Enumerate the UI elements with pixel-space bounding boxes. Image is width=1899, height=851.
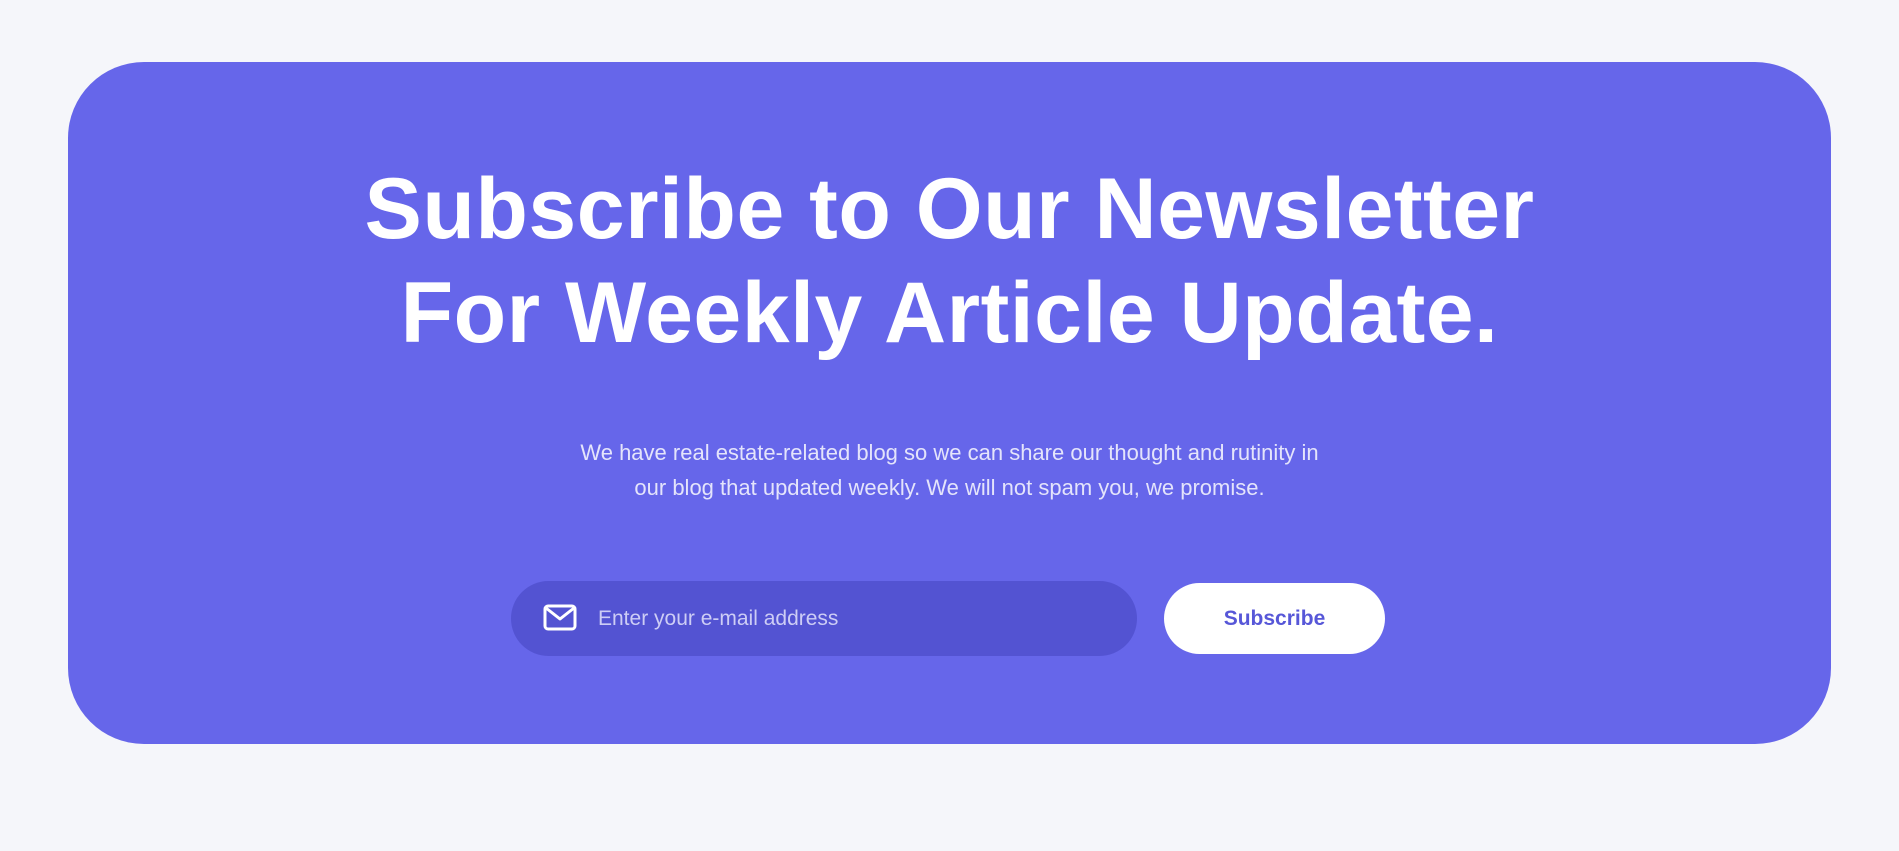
newsletter-description: We have real estate-related blog so we c…	[68, 435, 1831, 505]
email-field[interactable]	[511, 581, 1137, 656]
description-line-1: We have real estate-related blog so we c…	[580, 440, 1319, 465]
newsletter-card: Subscribe to Our Newsletter For Weekly A…	[68, 62, 1831, 744]
email-input[interactable]	[598, 581, 1098, 656]
headline-line-2: For Weekly Article Update.	[400, 265, 1499, 361]
newsletter-headline: Subscribe to Our Newsletter For Weekly A…	[68, 157, 1831, 365]
description-line-2: our blog that updated weekly. We will no…	[634, 475, 1265, 500]
mail-icon	[543, 603, 577, 633]
headline-line-1: Subscribe to Our Newsletter	[364, 161, 1535, 257]
subscribe-button[interactable]: Subscribe	[1164, 583, 1385, 654]
